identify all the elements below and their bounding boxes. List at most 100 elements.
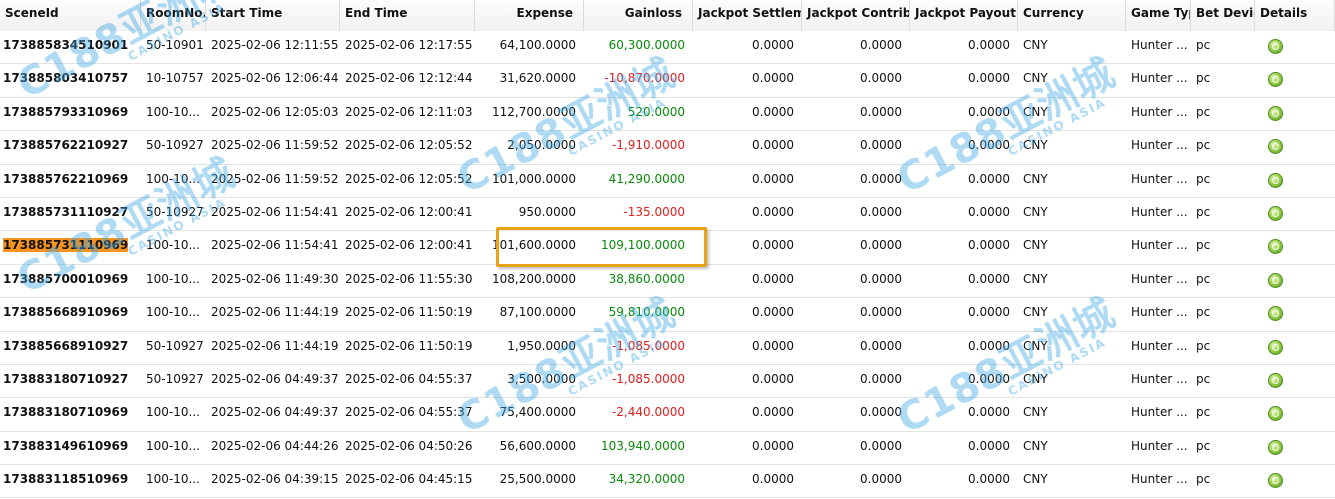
jackpot-contribution-cell: 0.0000: [860, 438, 902, 453]
table-row[interactable]: 173885793310969 100-10... 2025-02-06 12:05…: [0, 98, 1335, 132]
col-header-jackpot-contribution[interactable]: Jackpot Contribu: [802, 0, 910, 31]
col-header-jackpot-settlement[interactable]: Jackpot Settleme: [693, 0, 802, 31]
magnifier-icon[interactable]: [1268, 139, 1283, 155]
start-time-cell: 2025-02-06 11:44:19: [211, 305, 339, 320]
jackpot-payout-cell: 0.0000: [968, 371, 1010, 386]
jackpot-settlement-cell: 0.0000: [752, 38, 794, 52]
end-time-cell: 2025-02-06 12:00:41: [345, 204, 473, 219]
start-time-cell: 2025-02-06 11:59:52: [211, 171, 339, 186]
details-cell: [1255, 298, 1335, 331]
magnifier-icon[interactable]: [1268, 439, 1283, 455]
col-header-jackpot-payout[interactable]: Jackpot Payout: [910, 0, 1018, 31]
col-header-bet-device[interactable]: Bet Devic: [1191, 0, 1255, 31]
col-header-expense[interactable]: Expense: [475, 0, 584, 31]
expense-cell: 75,400.0000: [499, 405, 576, 420]
magnifier-icon[interactable]: [1268, 239, 1283, 255]
jackpot-contribution-cell: 0.0000: [860, 38, 902, 52]
table-row[interactable]: 173885762210969 100-10... 2025-02-06 11:59…: [0, 165, 1335, 198]
scene-id-cell: 173883149610969: [0, 432, 141, 465]
details-cell: [1255, 465, 1335, 498]
scene-id-cell: 173885762210969: [0, 165, 141, 198]
table-row[interactable]: 173883149610969 100-10... 2025-02-06 04:44…: [0, 432, 1335, 466]
bet-device-cell: pc: [1196, 104, 1211, 119]
game-type-cell: Hunter ...: [1131, 472, 1188, 487]
scene-id-cell: 173885803410757: [0, 64, 141, 97]
magnifier-icon[interactable]: [1268, 205, 1283, 221]
currency-cell: CNY: [1023, 371, 1048, 386]
details-cell: [1255, 365, 1335, 398]
room-no-cell: 50-10901: [146, 38, 204, 52]
scene-id-cell: 173885834510901: [0, 31, 141, 64]
table-row[interactable]: 173883180710969 100-10... 2025-02-06 04:49…: [0, 398, 1335, 432]
start-time-cell: 2025-02-06 04:44:26: [211, 438, 339, 453]
end-time-cell: 2025-02-06 12:17:55: [345, 38, 473, 52]
jackpot-payout-cell: 0.0000: [968, 438, 1010, 453]
table-row[interactable]: 173885834510901 50-10901 2025-02-06 12:11:…: [0, 31, 1335, 65]
gainloss-cell: 59,810.0000: [608, 305, 685, 320]
magnifier-icon[interactable]: [1268, 272, 1283, 288]
table-row[interactable]: 173885668910969 100-10... 2025-02-06 11:44…: [0, 298, 1335, 332]
bet-device-cell: pc: [1196, 405, 1211, 420]
gainloss-cell: -1,910.0000: [611, 138, 685, 153]
col-header-end-time[interactable]: End Time: [340, 0, 475, 31]
scene-id-cell: 173885793310969: [0, 98, 141, 131]
jackpot-settlement-cell: 0.0000: [752, 171, 794, 186]
game-type-cell: Hunter ...: [1131, 405, 1188, 420]
magnifier-icon[interactable]: [1268, 172, 1283, 188]
bet-records-grid: SceneIdRoomNo...Start TimeEnd TimeExpens…: [0, 0, 1335, 499]
details-cell: [1255, 265, 1335, 298]
game-type-cell: Hunter ...: [1131, 138, 1188, 153]
col-header-start-time[interactable]: Start Time: [206, 0, 340, 31]
col-header-gainloss[interactable]: Gainloss: [584, 0, 693, 31]
game-type-cell: Hunter ...: [1131, 371, 1188, 386]
scene-id-cell: 173885668910927: [0, 332, 141, 365]
game-type-cell: Hunter ...: [1131, 38, 1188, 52]
table-row[interactable]: 173883180710927 50-10927 2025-02-06 04:49:…: [0, 365, 1335, 399]
room-no-cell: 100-10...: [146, 271, 200, 286]
scene-id-text: 173885731110927: [3, 204, 129, 219]
col-header-details[interactable]: Details: [1255, 0, 1335, 31]
jackpot-payout-cell: 0.0000: [968, 104, 1010, 119]
table-row[interactable]: 173885700010969 100-10... 2025-02-06 11:49…: [0, 265, 1335, 299]
start-time-cell: 2025-02-06 11:54:41: [211, 238, 339, 253]
table-row[interactable]: 173883118510969 100-10... 2025-02-06 04:39…: [0, 465, 1335, 499]
bet-device-cell: pc: [1196, 472, 1211, 487]
table-row[interactable]: 173885803410757 10-10757 2025-02-06 12:06:…: [0, 64, 1335, 98]
game-type-cell: Hunter ...: [1131, 71, 1188, 86]
scene-id-cell: 173883180710927: [0, 365, 141, 398]
col-header-currency[interactable]: Currency: [1018, 0, 1126, 31]
magnifier-icon[interactable]: [1268, 306, 1283, 322]
table-row[interactable]: 173885762210927 50-10927 2025-02-06 11:59:…: [0, 131, 1335, 165]
col-header-scene-id[interactable]: SceneId: [0, 0, 141, 31]
magnifier-icon[interactable]: [1268, 39, 1283, 54]
magnifier-icon[interactable]: [1268, 105, 1283, 121]
details-cell: [1255, 198, 1335, 231]
room-no-cell: 100-10...: [146, 238, 200, 253]
game-type-cell: Hunter ...: [1131, 171, 1188, 186]
magnifier-icon[interactable]: [1268, 473, 1283, 489]
jackpot-contribution-cell: 0.0000: [860, 238, 902, 253]
jackpot-payout-cell: 0.0000: [968, 38, 1010, 52]
end-time-cell: 2025-02-06 12:00:41: [345, 238, 473, 253]
bet-device-cell: pc: [1196, 271, 1211, 286]
table-row[interactable]: 173885731110927 50-10927 2025-02-06 11:54:…: [0, 198, 1335, 232]
game-type-cell: Hunter ...: [1131, 238, 1188, 253]
magnifier-icon[interactable]: [1268, 372, 1283, 388]
currency-cell: CNY: [1023, 71, 1048, 86]
jackpot-payout-cell: 0.0000: [968, 472, 1010, 487]
room-no-cell: 50-10927: [146, 371, 204, 386]
jackpot-contribution-cell: 0.0000: [860, 271, 902, 286]
gainloss-cell: 38,860.0000: [608, 271, 685, 286]
grid-header: SceneIdRoomNo...Start TimeEnd TimeExpens…: [0, 0, 1335, 31]
magnifier-icon[interactable]: [1268, 72, 1283, 88]
scene-id-cell: 173883180710969: [0, 398, 141, 431]
expense-cell: 25,500.0000: [499, 472, 576, 487]
magnifier-icon[interactable]: [1268, 406, 1283, 422]
table-row[interactable]: 173885731110969 100-10... 2025-02-06 11:54…: [0, 231, 1335, 265]
col-header-room-no[interactable]: RoomNo...: [141, 0, 206, 31]
jackpot-contribution-cell: 0.0000: [860, 371, 902, 386]
table-row[interactable]: 173885668910927 50-10927 2025-02-06 11:44:…: [0, 332, 1335, 365]
magnifier-icon[interactable]: [1268, 339, 1283, 355]
jackpot-payout-cell: 0.0000: [968, 138, 1010, 153]
col-header-game-type[interactable]: Game Typ: [1126, 0, 1191, 31]
